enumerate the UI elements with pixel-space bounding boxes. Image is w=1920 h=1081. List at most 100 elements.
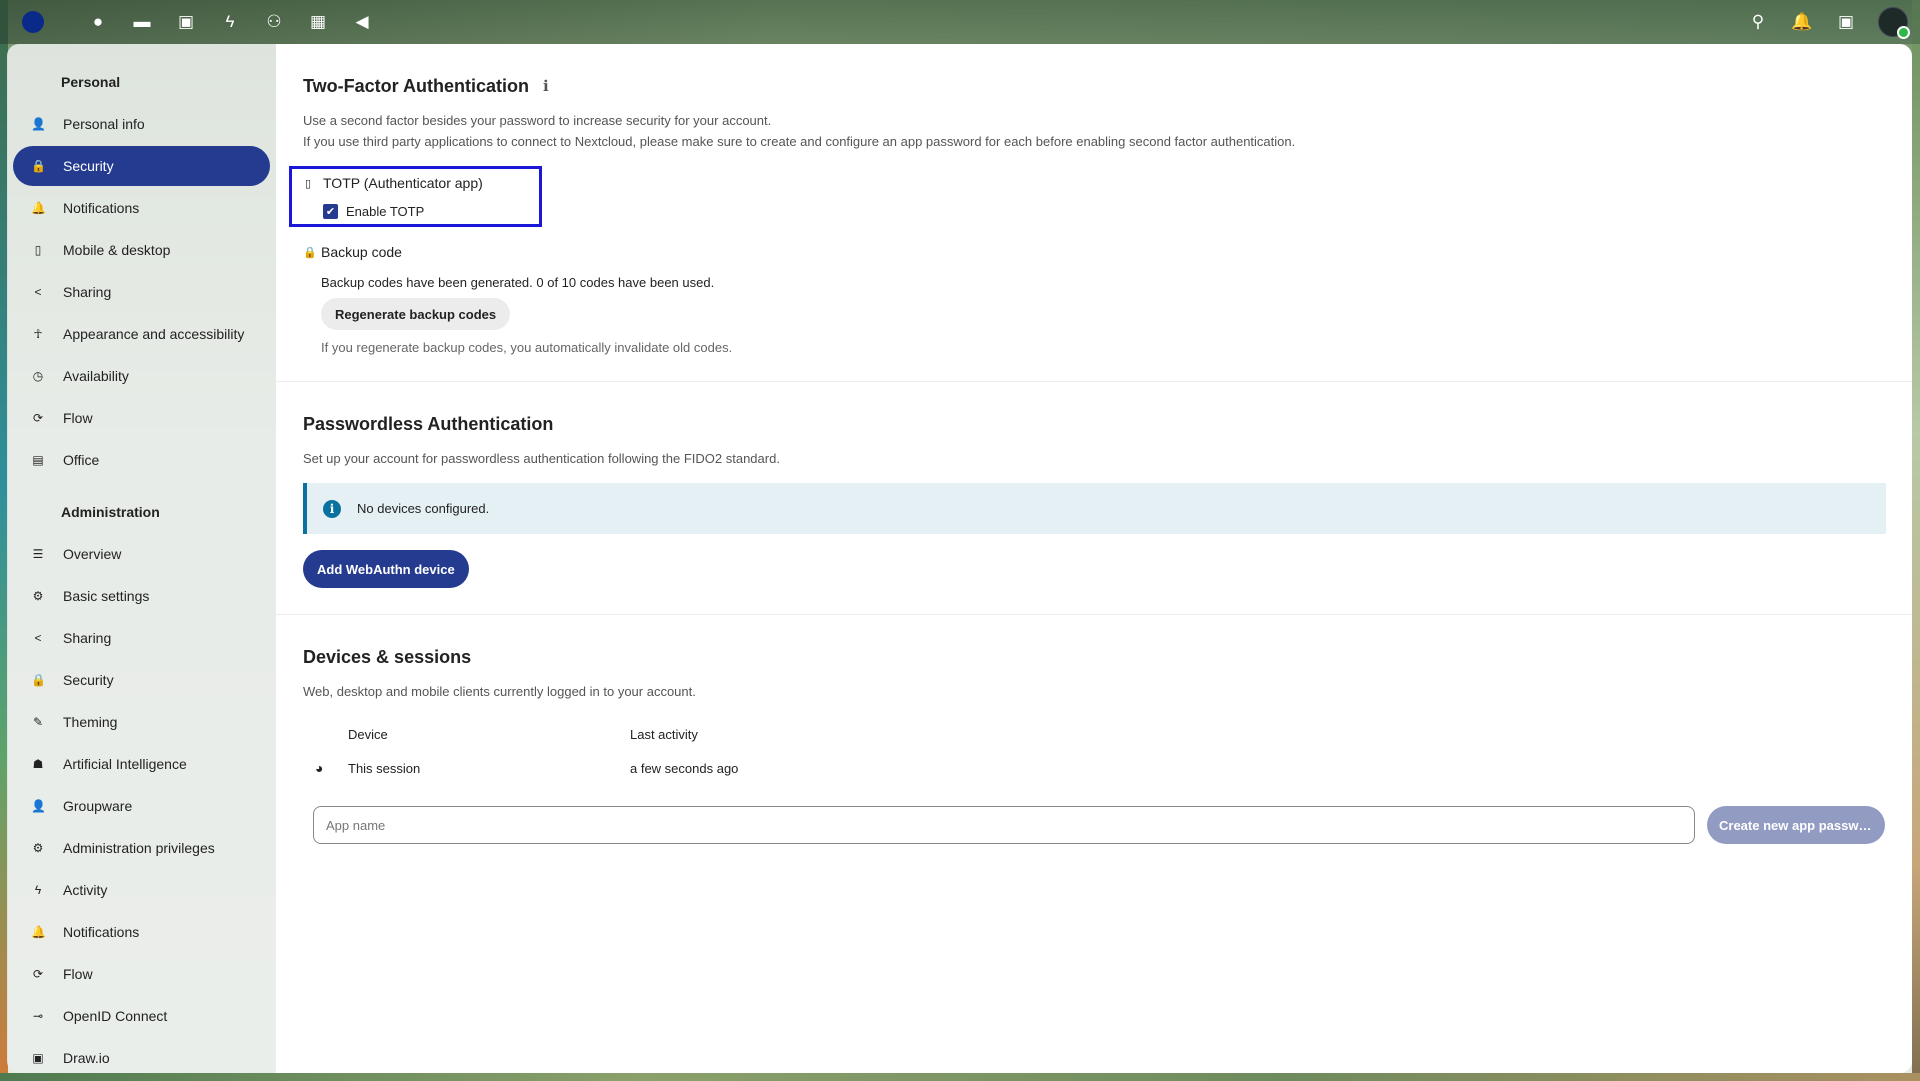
- two-factor-section: Two-Factor Authentication ℹ Use a second…: [276, 44, 1912, 382]
- table-row[interactable]: ◕ This session a few seconds ago: [303, 748, 1886, 788]
- sidebar-item-label: Theming: [63, 714, 118, 730]
- bell-icon[interactable]: 🔔: [1780, 0, 1824, 44]
- calendar-icon[interactable]: ▦: [296, 0, 340, 44]
- bell-icon: 🔔: [31, 925, 46, 939]
- sidebar-item-admin-groupware[interactable]: 👤 Groupware: [13, 786, 270, 826]
- two-factor-description: Use a second factor besides your passwor…: [303, 113, 772, 128]
- sidebar-item-label: Sharing: [63, 630, 112, 646]
- devices-sessions-section: Devices & sessions Web, desktop and mobi…: [276, 615, 1912, 870]
- sidebar-item-admin-openid-connect[interactable]: ⊸ OpenID Connect: [13, 996, 270, 1036]
- two-factor-title: Two-Factor Authentication: [303, 75, 529, 96]
- info-icon[interactable]: ℹ: [543, 77, 549, 95]
- contacts-icon[interactable]: ⚇: [252, 0, 296, 44]
- regenerate-hint: If you regenerate backup codes, you auto…: [321, 340, 733, 355]
- app-icons: ● ▬ ▣ ϟ ⚇ ▦ ◀: [76, 0, 384, 44]
- robot-icon: ☗: [32, 757, 44, 771]
- announcements-icon[interactable]: ◀: [340, 0, 384, 44]
- online-status-indicator: [1897, 26, 1910, 39]
- create-app-password-button[interactable]: Create new app password: [1707, 806, 1885, 844]
- no-devices-text: No devices configured.: [357, 501, 490, 516]
- sidebar-item-label: Security: [63, 672, 114, 688]
- sidebar-item-label: Flow: [63, 410, 93, 426]
- activity-icon[interactable]: ϟ: [208, 0, 252, 44]
- sidebar-item-personal-security[interactable]: 🔒 Security: [13, 146, 270, 186]
- top-header: ● ▬ ▣ ϟ ⚇ ▦ ◀ ⚲ 🔔 ▣: [0, 0, 1920, 44]
- regenerate-backup-codes-button[interactable]: Regenerate backup codes: [321, 298, 511, 330]
- sidebar-item-label: Availability: [63, 368, 129, 384]
- sidebar-item-admin-flow[interactable]: ⟳ Flow: [13, 954, 270, 994]
- contacts-menu-icon[interactable]: ▣: [1824, 0, 1868, 44]
- phone-icon: ▯: [305, 177, 312, 190]
- sidebar-item-label: Sharing: [63, 284, 112, 300]
- user-icon: 👤: [31, 117, 46, 131]
- bell-icon: 🔔: [31, 201, 46, 215]
- sidebar-item-admin-overview[interactable]: ☰ Overview: [13, 534, 270, 574]
- sidebar-item-label: Administration privileges: [63, 840, 215, 856]
- flow-icon: ⟳: [32, 967, 44, 981]
- sidebar-item-personal-personal-info[interactable]: 👤 Personal info: [13, 104, 270, 144]
- openid-icon: ⊸: [32, 1009, 44, 1023]
- info-circle-icon: i: [323, 499, 341, 518]
- sidebar-item-personal-appearance-and-accessibility[interactable]: ☥ Appearance and accessibility: [13, 314, 270, 354]
- files-icon[interactable]: ▬: [120, 0, 164, 44]
- totp-provider: ▯ TOTP (Authenticator app) ✔ Enable TOTP: [289, 166, 542, 227]
- personal-caption: Personal: [61, 74, 121, 90]
- sidebar-item-admin-activity[interactable]: ϟ Activity: [13, 870, 270, 910]
- no-devices-notice: i No devices configured.: [303, 483, 1886, 534]
- sidebar-item-label: Artificial Intelligence: [63, 756, 187, 772]
- dashboard-icon[interactable]: ●: [76, 0, 120, 44]
- background-bottom-edge: [0, 1073, 1920, 1081]
- background-right-edge: [1912, 0, 1920, 1081]
- sidebar-item-admin-draw-io[interactable]: ▣ Draw.io: [13, 1038, 270, 1073]
- sidebar-item-admin-notifications[interactable]: 🔔 Notifications: [13, 912, 270, 952]
- sidebar-item-personal-mobile-desktop[interactable]: ▯ Mobile & desktop: [13, 230, 270, 270]
- administration-caption: Administration: [61, 504, 160, 520]
- photos-icon[interactable]: ▣: [164, 0, 208, 44]
- sidebar-item-label: Notifications: [63, 924, 140, 940]
- sidebar-item-personal-flow[interactable]: ⟳ Flow: [13, 398, 270, 438]
- sidebar-item-label: Personal info: [63, 116, 145, 132]
- sidebar-item-admin-basic-settings[interactable]: ⚙ Basic settings: [13, 576, 270, 616]
- firefox-icon: ◕: [315, 760, 324, 776]
- gear-icon: ⚙: [32, 589, 44, 603]
- search-icon[interactable]: ⚲: [1736, 0, 1780, 44]
- sidebar-item-admin-administration-privileges[interactable]: ⚙ Administration privileges: [13, 828, 270, 868]
- phone-icon: ▯: [34, 243, 42, 257]
- app-name-input[interactable]: [313, 806, 1695, 844]
- sidebar-item-admin-artificial-intelligence[interactable]: ☗ Artificial Intelligence: [13, 744, 270, 784]
- two-factor-heading: Two-Factor Authentication ℹ: [303, 72, 1886, 100]
- add-webauthn-device-button[interactable]: Add WebAuthn device: [303, 550, 469, 588]
- sidebar-item-personal-availability[interactable]: ◷ Availability: [13, 356, 270, 396]
- session-device: This session: [348, 760, 421, 776]
- enable-totp-checkbox[interactable]: ✔ Enable TOTP: [323, 204, 539, 219]
- user-avatar[interactable]: [1878, 7, 1910, 39]
- header-actions: ⚲ 🔔 ▣: [1736, 0, 1868, 44]
- totp-title: ▯ TOTP (Authenticator app): [305, 172, 539, 194]
- backup-code-title: 🔒 Backup code: [303, 241, 1886, 263]
- share-icon: <: [34, 285, 42, 299]
- lock-icon: 🔒: [31, 673, 46, 687]
- sidebar-item-admin-theming[interactable]: ✎ Theming: [13, 702, 270, 742]
- passwordless-section: Passwordless Authentication Set up your …: [276, 382, 1912, 615]
- sidebar-item-label: Mobile & desktop: [63, 242, 171, 258]
- share-icon: <: [34, 631, 42, 645]
- settings-sidebar: Personal 👤 Personal info 🔒 Security 🔔 Notific…: [7, 44, 276, 1073]
- column-last-activity: Last activity: [630, 726, 698, 742]
- sidebar-item-personal-sharing[interactable]: < Sharing: [13, 272, 270, 312]
- nextcloud-logo[interactable]: [22, 11, 44, 33]
- column-device: Device: [348, 726, 388, 742]
- header-right: ⚲ 🔔 ▣: [1736, 0, 1910, 44]
- sidebar-item-personal-office[interactable]: ▤ Office: [13, 440, 270, 480]
- sidebar-item-personal-notifications[interactable]: 🔔 Notifications: [13, 188, 270, 228]
- passwordless-title: Passwordless Authentication: [303, 413, 554, 434]
- checkbox-checked-icon[interactable]: ✔: [323, 204, 338, 219]
- enable-totp-label: Enable TOTP: [346, 204, 425, 219]
- sessions-table: Device Last activity ◕ This session a fe…: [303, 720, 1886, 788]
- admin-nav-list: ☰ Overview ⚙ Basic settings < Sharing 🔒 Securit…: [13, 534, 270, 1073]
- sidebar-item-label: OpenID Connect: [63, 1008, 168, 1024]
- sidebar-item-admin-security[interactable]: 🔒 Security: [13, 660, 270, 700]
- sidebar-item-admin-sharing[interactable]: < Sharing: [13, 618, 270, 658]
- sessions-description: Web, desktop and mobile clients currentl…: [303, 684, 696, 699]
- backup-status-text: Backup codes have been generated. 0 of 1…: [321, 275, 715, 290]
- app-password-form: Create new app password: [303, 806, 1886, 844]
